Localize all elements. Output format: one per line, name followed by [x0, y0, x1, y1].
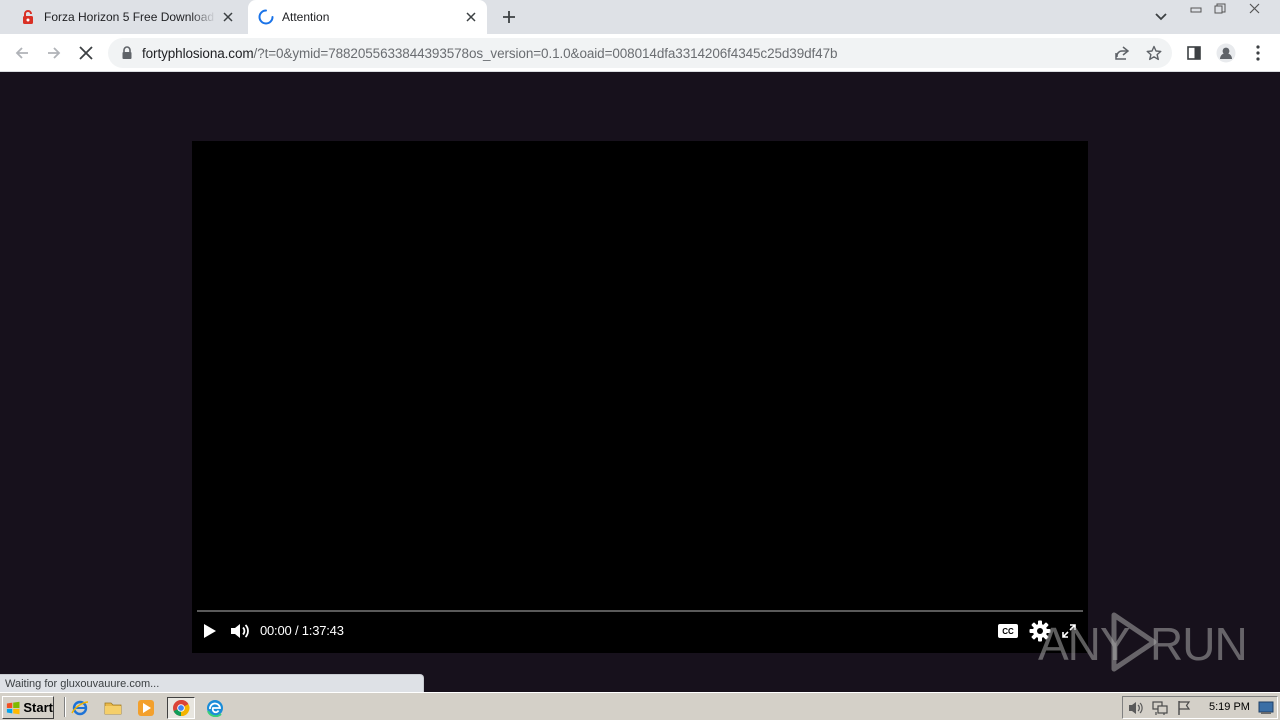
window-close-button[interactable]	[1232, 0, 1276, 17]
tab-title: Attention	[282, 10, 330, 24]
tab-title: Forza Horizon 5 Free Download (v1.	[44, 10, 216, 24]
volume-icon	[231, 624, 249, 638]
edge-icon[interactable]	[204, 697, 226, 719]
profile-button[interactable]	[1212, 39, 1240, 67]
volume-button[interactable]	[229, 621, 251, 641]
url-text[interactable]: fortyphlosiona.com/?t=0&ymid=78820556338…	[142, 45, 838, 61]
new-tab-button[interactable]	[496, 5, 522, 29]
share-icon[interactable]	[1110, 41, 1134, 65]
browser-toolbar: fortyphlosiona.com/?t=0&ymid=78820556338…	[0, 34, 1280, 72]
play-icon	[204, 624, 216, 638]
chrome-icon	[173, 699, 190, 717]
watermark-text-right: RUN	[1150, 618, 1248, 670]
start-button[interactable]: Start	[2, 696, 54, 719]
volume-icon[interactable]	[1127, 699, 1145, 717]
plus-icon	[503, 11, 515, 23]
bookmark-star-icon[interactable]	[1142, 41, 1166, 65]
red-lock-favicon-icon	[20, 9, 36, 25]
action-center-flag-icon[interactable]	[1175, 699, 1193, 717]
close-icon	[1249, 3, 1259, 14]
tab-forza-download[interactable]: Forza Horizon 5 Free Download (v1.	[8, 0, 244, 34]
address-bar[interactable]: fortyphlosiona.com/?t=0&ymid=78820556338…	[108, 38, 1172, 68]
taskbar-divider	[64, 697, 66, 717]
restore-button[interactable]	[1208, 0, 1232, 17]
windows-logo-icon	[6, 701, 20, 714]
taskbar-clock[interactable]: 5:19 PM	[1209, 701, 1250, 713]
chevron-down-icon	[1155, 13, 1167, 21]
network-icon[interactable]	[1151, 699, 1169, 717]
play-button[interactable]	[200, 621, 220, 641]
lock-icon[interactable]	[119, 45, 135, 61]
menu-button[interactable]	[1244, 39, 1272, 67]
arrow-left-icon	[15, 47, 28, 59]
start-label: Start	[23, 700, 53, 715]
internet-explorer-icon[interactable]	[69, 697, 91, 719]
system-tray: 5:19 PM	[1122, 696, 1278, 719]
status-bubble: Waiting for gluxouvauure.com...	[0, 674, 424, 694]
show-desktop-icon[interactable]	[1257, 699, 1275, 717]
kebab-menu-icon	[1256, 45, 1260, 61]
stop-loading-button[interactable]	[72, 39, 100, 67]
captions-label: CC	[1002, 626, 1014, 636]
minimize-icon	[1190, 7, 1201, 12]
time-display: 00:00 / 1:37:43	[260, 623, 344, 638]
file-explorer-icon[interactable]	[102, 697, 124, 719]
video-player[interactable]: 00:00 / 1:37:43 CC	[192, 141, 1088, 653]
windows-taskbar: Start 5:19 PM	[0, 692, 1280, 720]
minimize-button[interactable]	[1183, 0, 1208, 17]
close-icon[interactable]	[459, 5, 483, 29]
side-panel-icon	[1187, 46, 1201, 60]
page-content: 00:00 / 1:37:43 CC ANY RUN Waiting for g…	[0, 72, 1280, 694]
chrome-taskbar-button[interactable]	[167, 697, 195, 719]
captions-button[interactable]: CC	[998, 624, 1018, 638]
arrow-right-icon	[48, 47, 61, 59]
anyrun-watermark: ANY RUN	[1038, 611, 1248, 673]
url-path: /?t=0&ymid=7882055633844393578os_version…	[253, 45, 838, 61]
progress-bar[interactable]	[197, 610, 1083, 612]
close-icon	[79, 46, 93, 60]
tab-strip: Forza Horizon 5 Free Download (v1. Atten…	[0, 0, 1280, 34]
avatar-icon	[1216, 43, 1236, 63]
loading-spinner-icon	[258, 9, 274, 25]
forward-button[interactable]	[40, 39, 68, 67]
tab-search-button[interactable]	[1150, 6, 1172, 28]
url-host: fortyphlosiona.com	[142, 45, 254, 61]
restore-icon	[1214, 3, 1226, 13]
back-button[interactable]	[8, 39, 36, 67]
close-icon[interactable]	[216, 5, 240, 29]
tab-attention[interactable]: Attention	[248, 0, 487, 34]
side-panel-button[interactable]	[1180, 39, 1208, 67]
media-player-icon[interactable]	[135, 697, 157, 719]
